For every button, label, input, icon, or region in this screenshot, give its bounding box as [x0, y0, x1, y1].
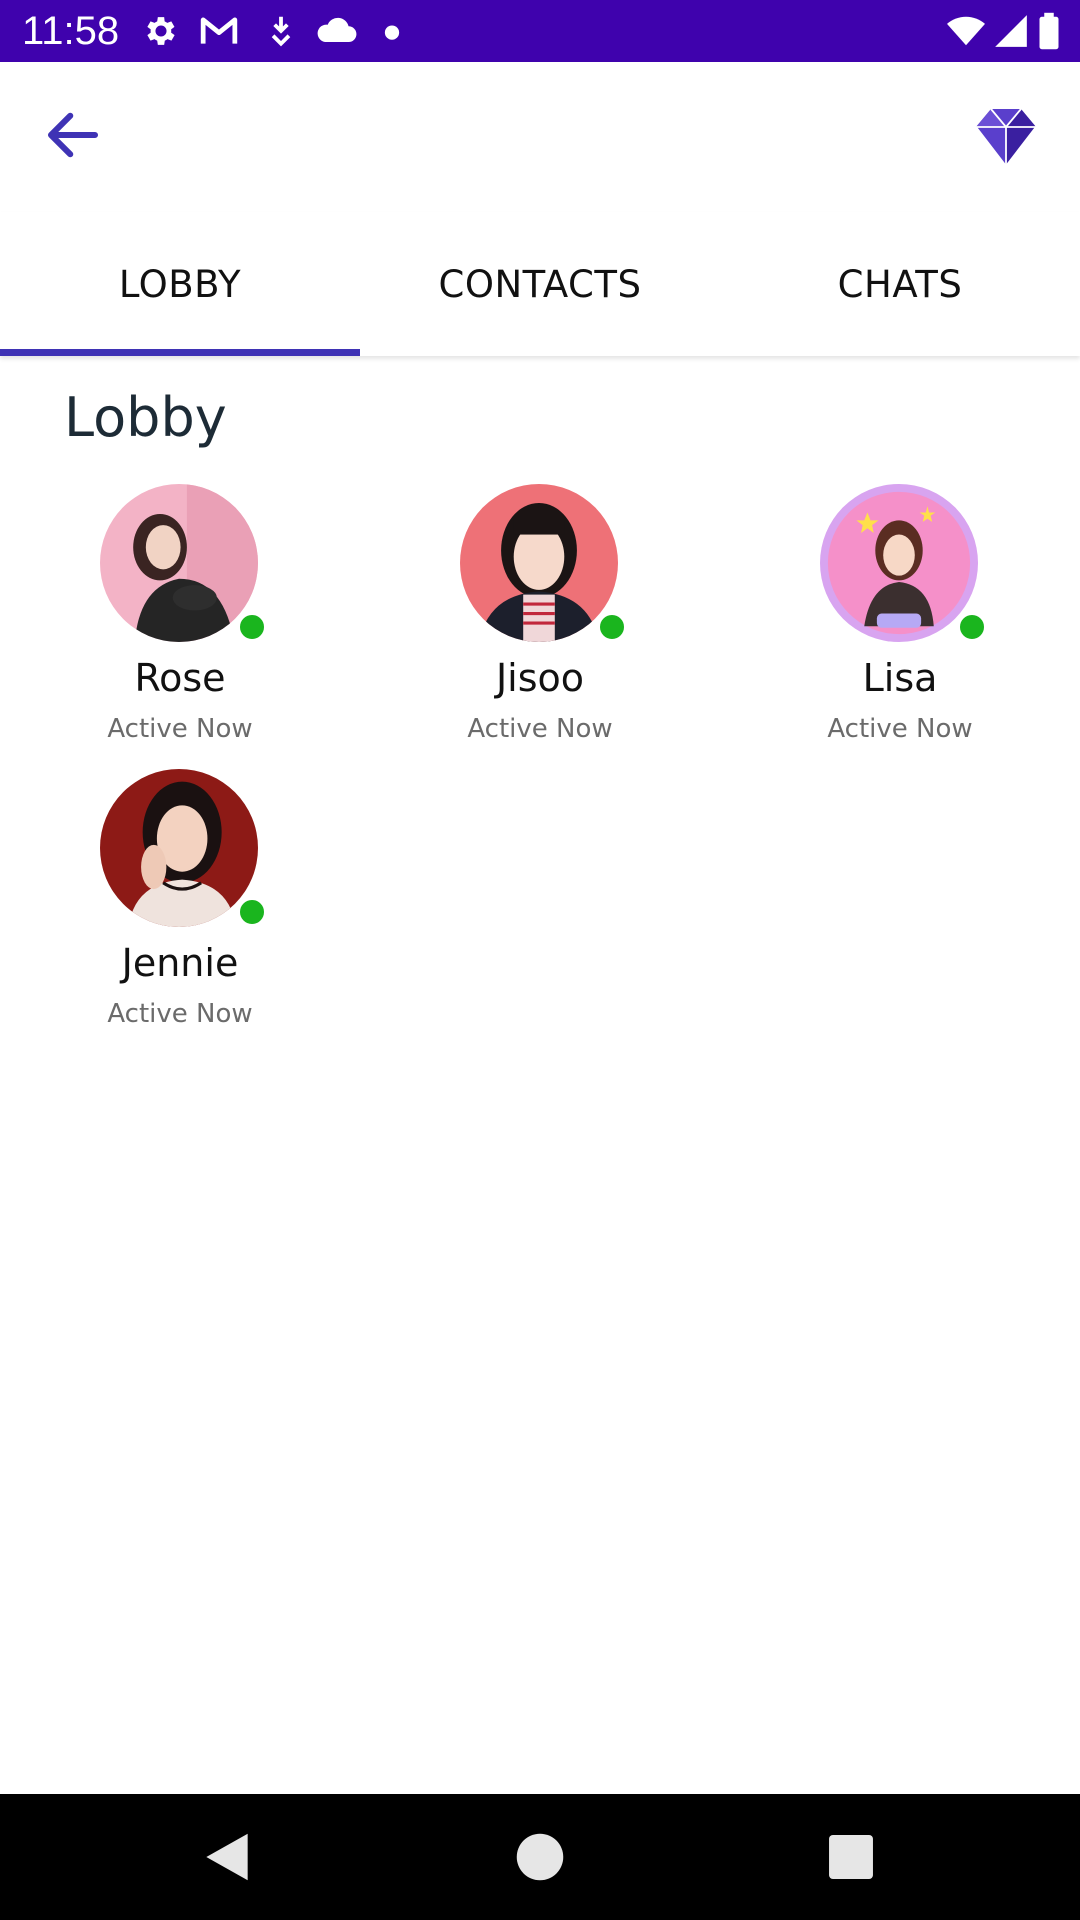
tab-chats-label: CHATS	[837, 262, 963, 306]
nav-recents-button[interactable]	[820, 1826, 882, 1888]
tab-lobby[interactable]: LOBBY	[0, 212, 360, 356]
tab-lobby-label: LOBBY	[118, 262, 242, 306]
contact-name: Jennie	[121, 941, 239, 985]
contact-jennie[interactable]: Jennie Active Now	[0, 769, 360, 1059]
status-time: 11:58	[22, 9, 120, 53]
contact-status: Active Now	[467, 714, 613, 744]
download-icon	[262, 12, 300, 50]
contact-status: Active Now	[107, 999, 253, 1029]
tab-indicator	[0, 349, 360, 356]
contact-jisoo[interactable]: Jisoo Active Now	[360, 484, 720, 774]
settings-icon	[142, 12, 180, 50]
avatar	[100, 484, 258, 642]
contact-name: Rose	[134, 656, 226, 700]
avatar	[100, 769, 258, 927]
contact-status: Active Now	[107, 714, 253, 744]
tab-chats[interactable]: CHATS	[720, 212, 1080, 356]
tab-bar: LOBBY CONTACTS CHATS	[0, 212, 1080, 356]
cloud-icon	[314, 12, 358, 50]
battery-icon	[1036, 12, 1062, 50]
status-bar: 11:58	[0, 0, 1080, 62]
tab-contacts-label: CONTACTS	[438, 262, 642, 306]
tab-contacts[interactable]: CONTACTS	[360, 212, 720, 356]
contact-name: Jisoo	[495, 656, 585, 700]
arrow-back-icon	[40, 102, 106, 168]
contact-status: Active Now	[827, 714, 973, 744]
signal-icon	[992, 12, 1030, 50]
online-indicator	[237, 612, 267, 642]
dot-icon	[382, 12, 402, 50]
recents-square-icon	[820, 1826, 882, 1888]
online-indicator	[957, 612, 987, 642]
online-indicator	[597, 612, 627, 642]
avatar	[460, 484, 618, 642]
nav-back-button[interactable]	[196, 1826, 258, 1888]
contact-lisa[interactable]: Lisa Active Now	[720, 484, 1080, 774]
back-triangle-icon	[196, 1826, 258, 1888]
wifi-icon	[944, 12, 988, 50]
home-circle-icon	[509, 1826, 571, 1888]
back-button[interactable]	[40, 102, 106, 168]
online-indicator	[237, 897, 267, 927]
navigation-bar	[0, 1794, 1080, 1920]
gmail-icon	[198, 12, 240, 50]
diamond-icon	[970, 100, 1042, 172]
nav-home-button[interactable]	[509, 1826, 571, 1888]
premium-button[interactable]	[970, 100, 1042, 172]
contact-rose[interactable]: Rose Active Now	[0, 484, 360, 774]
avatar	[820, 484, 978, 642]
app-bar	[0, 62, 1080, 212]
contact-name: Lisa	[862, 656, 938, 700]
page-title: Lobby	[64, 386, 227, 449]
